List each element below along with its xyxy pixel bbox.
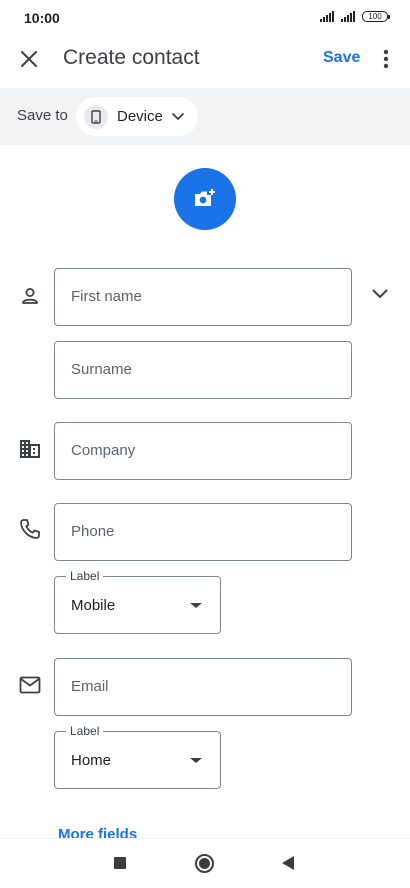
home-icon	[199, 858, 210, 869]
more-options-button[interactable]	[374, 44, 398, 74]
battery-icon: 100	[362, 11, 390, 22]
dropdown-arrow-icon	[190, 603, 202, 608]
phone-icon	[18, 517, 42, 541]
phone-placeholder: Phone	[71, 523, 115, 540]
page-title: Create contact	[63, 46, 200, 69]
save-to-label: Save to	[17, 107, 68, 124]
system-nav-bar	[0, 838, 410, 888]
add-photo-icon	[195, 189, 215, 206]
email-label-legend: Label	[66, 724, 104, 738]
surname-field[interactable]: Surname	[54, 341, 352, 399]
signal-icon	[320, 11, 334, 22]
recents-button[interactable]	[114, 857, 126, 869]
account-selector-chip[interactable]: Device	[76, 97, 198, 136]
first-name-placeholder: First name	[71, 288, 142, 305]
phone-label-legend: Label	[66, 569, 104, 583]
close-button[interactable]	[12, 42, 46, 76]
chevron-down-icon	[171, 112, 185, 121]
chevron-down-icon	[372, 288, 388, 298]
save-to-bar: Save to Device	[0, 88, 410, 145]
back-button[interactable]	[282, 856, 294, 870]
home-button[interactable]	[195, 854, 214, 873]
email-placeholder: Email	[71, 678, 109, 695]
surname-placeholder: Surname	[71, 361, 132, 378]
status-bar: 10:00 100	[0, 0, 410, 36]
phone-label-value: Mobile	[71, 597, 116, 614]
first-name-field[interactable]: First name	[54, 268, 352, 326]
phone-device-icon	[84, 104, 108, 129]
close-icon	[21, 51, 37, 67]
status-time: 10:00	[24, 10, 60, 26]
status-icons: 100	[320, 11, 390, 22]
email-label-select[interactable]: Label Home	[54, 724, 221, 789]
mail-icon	[18, 673, 42, 697]
more-vert-icon	[383, 49, 389, 69]
company-field[interactable]: Company	[54, 422, 352, 480]
phone-field[interactable]: Phone	[54, 503, 352, 561]
add-photo-button[interactable]	[174, 168, 236, 230]
save-button[interactable]: Save	[315, 47, 368, 69]
person-icon	[18, 284, 42, 308]
dropdown-arrow-icon	[190, 758, 202, 763]
company-placeholder: Company	[71, 442, 136, 459]
business-icon	[18, 437, 42, 461]
phone-label-select[interactable]: Label Mobile	[54, 569, 221, 634]
email-field[interactable]: Email	[54, 658, 352, 716]
email-label-value: Home	[71, 752, 112, 769]
signal-icon-2	[341, 11, 355, 22]
expand-name-button[interactable]	[367, 280, 393, 306]
account-label: Device	[117, 108, 163, 125]
app-bar: Create contact Save	[0, 36, 410, 82]
